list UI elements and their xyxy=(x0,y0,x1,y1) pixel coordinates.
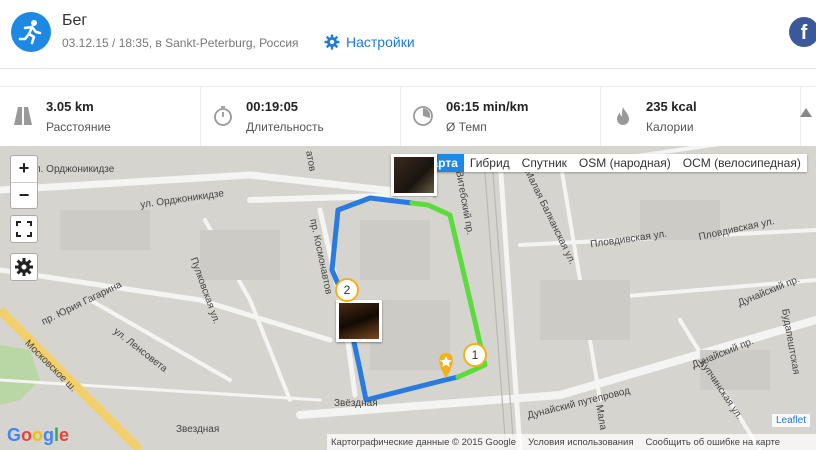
fullscreen-button[interactable] xyxy=(10,215,38,243)
stat-value: 235 kcal xyxy=(646,99,697,114)
stat-label: Ø Темп xyxy=(446,120,487,134)
report-error-link[interactable]: Сообщить об ошибке на карте xyxy=(646,437,781,448)
pace-icon xyxy=(413,106,433,126)
facebook-share-button[interactable]: f xyxy=(789,17,816,47)
route-photo-thumbnail[interactable] xyxy=(391,154,437,196)
gear-icon xyxy=(15,258,33,276)
km-marker[interactable]: 1 xyxy=(463,343,487,367)
stopwatch-icon xyxy=(214,106,232,126)
layer-osm[interactable]: OSM (народная) xyxy=(573,154,677,172)
stat-label: Длительность xyxy=(246,120,324,134)
street-label: Звёздная xyxy=(334,398,378,409)
layer-ocm[interactable]: OCM (велосипедная) xyxy=(677,154,807,172)
km-marker[interactable]: 2 xyxy=(335,278,359,302)
google-logo: Google xyxy=(7,425,70,445)
route-photo-thumbnail[interactable] xyxy=(336,300,382,342)
running-icon xyxy=(11,12,51,52)
chevron-up-icon[interactable] xyxy=(800,108,812,117)
street-label: ул. Орджоникидзе xyxy=(30,164,115,175)
map-layer-switcher: Карта Гибрид Спутник OSM (народная) OCM … xyxy=(418,154,807,172)
leaflet-attribution-link[interactable]: Leaflet xyxy=(772,414,811,427)
stats-bar: 3.05 km Расстояние 00:19:05 Длительность… xyxy=(0,86,816,147)
stat-value: 3.05 km xyxy=(46,99,94,114)
metro-station-label: Звездная xyxy=(176,424,220,435)
settings-link[interactable]: Настройки xyxy=(324,34,415,50)
terms-of-use-link[interactable]: Условия использования xyxy=(528,437,633,448)
fullscreen-icon xyxy=(16,221,32,237)
stat-label: Калории xyxy=(646,120,694,134)
activity-header: Бег 03.12.15 / 18:35, в Sankt-Peterburg,… xyxy=(0,0,816,69)
map-data-credit: Картографические данные © 2015 Google xyxy=(331,436,517,448)
stat-duration: 00:19:05 Длительность xyxy=(200,87,401,147)
stat-value: 06:15 min/km xyxy=(446,99,529,114)
zoom-out-button[interactable]: − xyxy=(11,183,37,209)
map-settings-button[interactable] xyxy=(10,253,38,281)
activity-subtitle: 03.12.15 / 18:35, в Sankt-Peterburg, Рос… xyxy=(62,36,299,50)
settings-label: Настройки xyxy=(346,34,415,50)
layer-satellite[interactable]: Спутник xyxy=(516,154,573,172)
flame-icon xyxy=(617,107,629,125)
gear-icon xyxy=(324,34,340,50)
activity-title: Бег xyxy=(62,12,88,29)
stat-label: Расстояние xyxy=(46,120,111,134)
stat-calories: 235 kcal Калории xyxy=(600,87,801,147)
stat-pace: 06:15 min/km Ø Темп xyxy=(400,87,601,147)
road-icon xyxy=(14,107,32,125)
zoom-in-button[interactable]: + xyxy=(11,156,37,183)
layer-hybrid[interactable]: Гибрид xyxy=(464,154,516,172)
map-attribution: Картографические данные © 2015 Google Ус… xyxy=(327,434,816,450)
stat-distance: 3.05 km Расстояние xyxy=(0,87,201,147)
stat-value: 00:19:05 xyxy=(246,99,299,114)
zoom-control: + − xyxy=(10,155,38,209)
